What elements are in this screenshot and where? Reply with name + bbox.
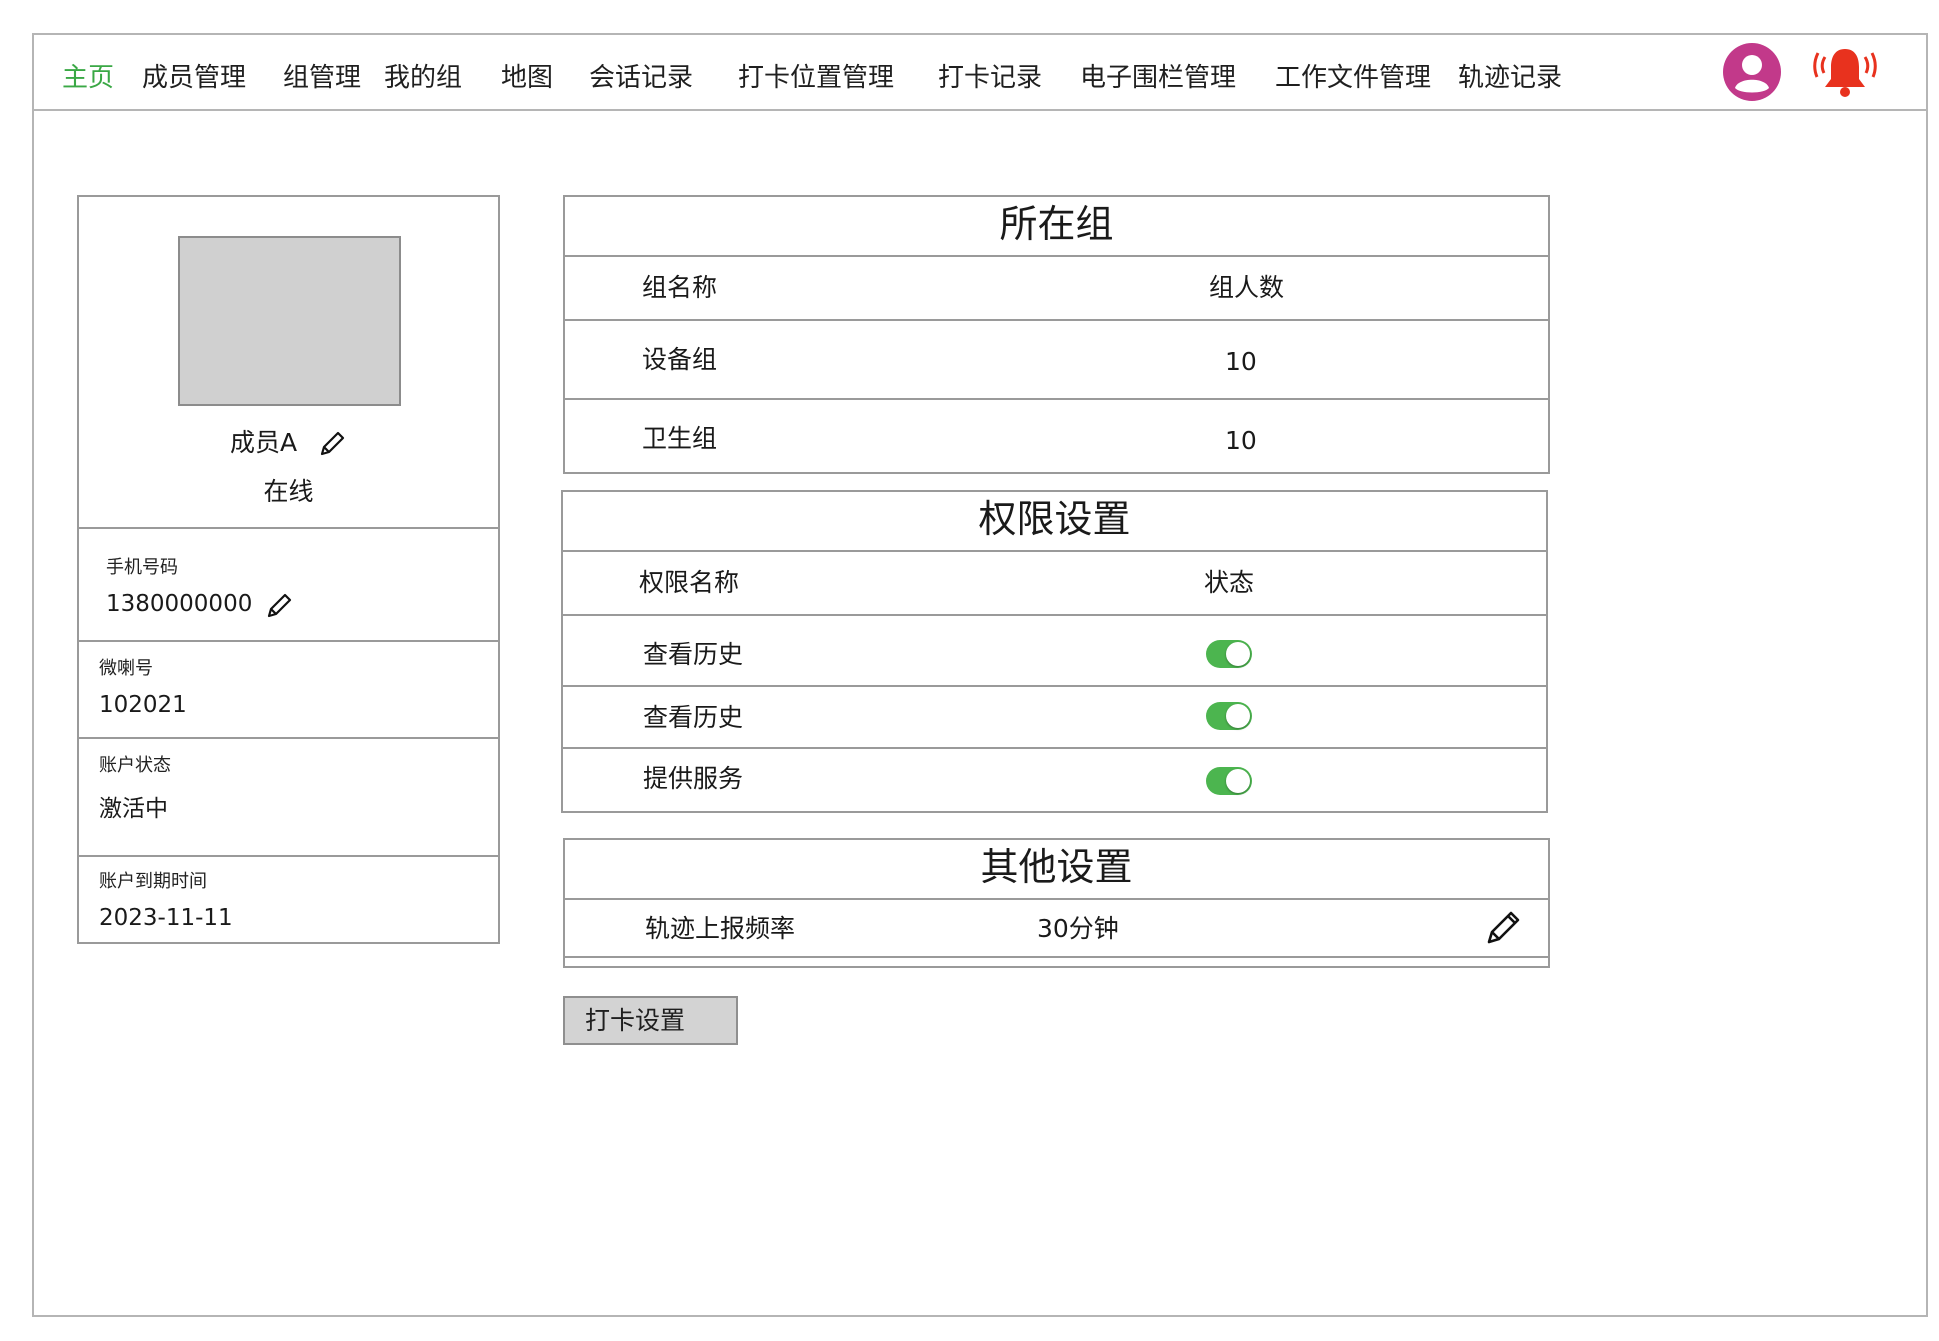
wechat-field: 微喇号 102021 bbox=[79, 640, 498, 738]
nav-punch-location-management[interactable]: 打卡位置管理 bbox=[738, 63, 894, 93]
nav-track-records[interactable]: 轨迹记录 bbox=[1458, 63, 1562, 93]
groups-title: 所在组 bbox=[999, 202, 1114, 246]
account-expiry-label: 账户到期时间 bbox=[99, 871, 207, 892]
nav-session-records[interactable]: 会话记录 bbox=[589, 63, 693, 93]
group-count: 10 bbox=[1225, 426, 1257, 455]
group-count: 10 bbox=[1225, 347, 1257, 376]
nav-geofence-management[interactable]: 电子围栏管理 bbox=[1080, 63, 1236, 93]
edit-phone-pencil-icon[interactable] bbox=[264, 591, 294, 621]
nav-punch-records[interactable]: 打卡记录 bbox=[938, 63, 1042, 93]
permissions-panel: 权限设置 权限名称 状态 查看历史 查看历史 提供服务 bbox=[561, 490, 1548, 813]
nav-my-group[interactable]: 我的组 bbox=[384, 63, 462, 93]
edit-frequency-pencil-icon[interactable] bbox=[1483, 908, 1523, 948]
groups-header-count: 组人数 bbox=[1209, 273, 1285, 302]
groups-header-name: 组名称 bbox=[642, 273, 718, 302]
other-settings-title: 其他设置 bbox=[980, 845, 1133, 889]
nav-work-file-management[interactable]: 工作文件管理 bbox=[1275, 63, 1431, 93]
member-online-status: 在线 bbox=[263, 477, 314, 506]
account-status-value: 激活中 bbox=[99, 796, 168, 822]
account-status-field: 账户状态 激活中 bbox=[79, 737, 498, 857]
permission-name: 查看历史 bbox=[643, 703, 744, 732]
table-row: 查看历史 bbox=[563, 685, 1546, 749]
table-divider bbox=[565, 956, 1548, 958]
edit-name-pencil-icon[interactable] bbox=[317, 429, 347, 459]
permission-toggle-switch[interactable] bbox=[1206, 767, 1252, 795]
track-frequency-value: 30分钟 bbox=[1037, 914, 1119, 943]
wechat-value: 102021 bbox=[99, 692, 187, 718]
permissions-title: 权限设置 bbox=[978, 497, 1131, 541]
punch-settings-button[interactable]: 打卡设置 bbox=[563, 996, 738, 1045]
permissions-header-row: 权限名称 状态 bbox=[563, 550, 1546, 616]
member-profile-card: 成员A 在线 手机号码 1380000000 微喇号 102021 账户状态 激… bbox=[77, 195, 500, 944]
toggle-knob bbox=[1226, 769, 1250, 793]
nav-map[interactable]: 地图 bbox=[501, 63, 553, 93]
table-row[interactable]: 卫生组 10 bbox=[565, 398, 1548, 474]
groups-panel: 所在组 组名称 组人数 设备组 10 卫生组 10 bbox=[563, 195, 1550, 474]
phone-value: 1380000000 bbox=[106, 591, 253, 617]
nav-home[interactable]: 主页 bbox=[62, 63, 114, 93]
account-status-label: 账户状态 bbox=[99, 755, 171, 776]
nav-member-management[interactable]: 成员管理 bbox=[142, 63, 246, 93]
table-row: 查看历史 bbox=[563, 614, 1546, 687]
member-name: 成员A bbox=[229, 428, 298, 457]
track-frequency-row: 轨迹上报频率 30分钟 bbox=[565, 898, 1548, 958]
phone-label: 手机号码 bbox=[106, 557, 178, 578]
member-photo-placeholder[interactable] bbox=[178, 236, 401, 406]
other-settings-panel: 其他设置 轨迹上报频率 30分钟 bbox=[563, 838, 1550, 968]
top-nav-bar: 主页 成员管理 组管理 我的组 地图 会话记录 打卡位置管理 打卡记录 电子围栏… bbox=[34, 35, 1926, 111]
account-expiry-field: 账户到期时间 2023-11-11 bbox=[79, 855, 498, 944]
phone-field: 手机号码 1380000000 bbox=[79, 527, 498, 641]
account-expiry-value: 2023-11-11 bbox=[99, 905, 233, 931]
permission-name: 查看历史 bbox=[643, 640, 744, 669]
permissions-header-name: 权限名称 bbox=[639, 568, 740, 597]
permissions-header-status: 状态 bbox=[1204, 568, 1255, 597]
toggle-knob bbox=[1226, 704, 1250, 728]
permission-toggle-switch[interactable] bbox=[1206, 702, 1252, 730]
wechat-label: 微喇号 bbox=[99, 658, 153, 679]
toggle-knob bbox=[1226, 642, 1250, 666]
group-name: 设备组 bbox=[642, 345, 718, 374]
nav-group-management[interactable]: 组管理 bbox=[283, 63, 361, 93]
track-frequency-label: 轨迹上报频率 bbox=[645, 914, 796, 943]
group-name: 卫生组 bbox=[642, 424, 718, 453]
member-name-row: 成员A bbox=[79, 426, 498, 460]
table-row: 提供服务 bbox=[563, 747, 1546, 813]
permission-toggle-switch[interactable] bbox=[1206, 640, 1252, 668]
groups-header-row: 组名称 组人数 bbox=[565, 255, 1548, 321]
user-avatar-icon[interactable] bbox=[1722, 42, 1782, 102]
alarm-bell-icon[interactable] bbox=[1812, 43, 1878, 101]
permission-name: 提供服务 bbox=[643, 764, 744, 793]
table-row[interactable]: 设备组 10 bbox=[565, 319, 1548, 400]
